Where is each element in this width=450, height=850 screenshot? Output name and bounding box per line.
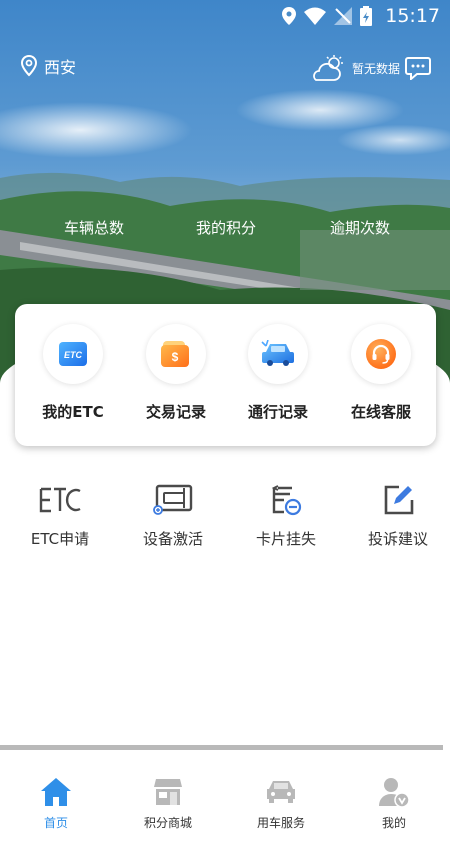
service-card-lost[interactable]: 卡片挂失 [231, 482, 341, 549]
weather-widget[interactable]: 暂无数据 [310, 54, 400, 82]
stat-overdue-count[interactable]: 逾期次数 [330, 217, 390, 238]
message-icon[interactable] [405, 56, 431, 80]
my-etc-icon-bubble: ETC [43, 324, 103, 384]
battery-icon [360, 6, 372, 26]
transactions-icon-bubble: $ [146, 324, 206, 384]
weather-text: 暂无数据 [352, 61, 401, 76]
status-time: 15:17 [385, 5, 440, 27]
tab-car-service[interactable]: 用车服务 [226, 774, 336, 831]
tab-home[interactable]: 首页 [1, 774, 111, 831]
quick-action-label: 交易记录 [145, 403, 206, 421]
etc-card-icon: ETC [59, 342, 87, 366]
status-icons [282, 6, 372, 26]
status-bar: 15:17 [0, 0, 450, 32]
quick-actions-card: ETC 我的ETC $ 交易记录 通行记录 在线客服 [15, 304, 436, 446]
stat-vehicle-count[interactable]: 车辆总数 [64, 217, 124, 238]
stat-points[interactable]: 我的积分 [196, 217, 256, 238]
service-etc-apply[interactable]: ETC申请 [5, 482, 115, 549]
edit-icon [343, 482, 450, 518]
bottom-tab-bar: 首页 积分商城 用车服务 我的 [0, 750, 450, 850]
quick-action-my-etc[interactable]: ETC 我的ETC [23, 324, 123, 422]
online-service-icon-bubble [351, 324, 411, 384]
headset-icon [366, 339, 396, 369]
quick-action-label: 在线客服 [350, 403, 411, 421]
profile-icon [339, 774, 449, 810]
quick-action-label: 我的ETC [42, 403, 104, 421]
signal-icon [334, 7, 352, 25]
etc-text-icon [5, 482, 115, 518]
service-device-activate[interactable]: 设备激活 [118, 482, 228, 549]
svg-text:$: $ [172, 350, 179, 364]
location-selector[interactable]: 西安 [20, 54, 76, 78]
location-label: 西安 [44, 58, 77, 77]
wifi-icon [304, 7, 326, 25]
tab-label: 积分商城 [143, 816, 192, 830]
tab-points-store[interactable]: 积分商城 [113, 774, 223, 831]
tab-label: 首页 [43, 816, 68, 830]
tab-label: 用车服务 [256, 816, 305, 830]
car-service-icon [226, 774, 336, 810]
service-complaint[interactable]: 投诉建议 [343, 482, 450, 549]
service-label: ETC申请 [30, 530, 90, 548]
traffic-records-icon-bubble [248, 324, 308, 384]
tab-profile[interactable]: 我的 [339, 774, 449, 831]
store-icon [113, 774, 223, 810]
car-icon [261, 340, 294, 366]
card-lost-icon [231, 482, 341, 518]
quick-action-transactions[interactable]: $ 交易记录 [126, 324, 226, 422]
service-label: 卡片挂失 [255, 530, 316, 548]
quick-action-label: 通行记录 [247, 403, 308, 421]
service-label: 投诉建议 [367, 530, 428, 548]
app-screen: 15:17 西安 暂无数据 车辆总数 我的积分 逾期次数 ETC 我的ETC $… [0, 0, 450, 850]
quick-action-traffic-records[interactable]: 通行记录 [228, 324, 328, 422]
map-pin-icon [20, 55, 38, 77]
svg-text:ETC: ETC [64, 350, 83, 360]
tab-label: 我的 [381, 816, 406, 830]
quick-action-online-service[interactable]: 在线客服 [331, 324, 431, 422]
service-label: 设备激活 [142, 530, 203, 548]
cloud-sun-icon [313, 55, 343, 81]
device-icon [118, 482, 228, 518]
wallet-icon: $ [161, 341, 189, 367]
home-icon [1, 774, 111, 810]
location-status-icon [282, 7, 296, 25]
